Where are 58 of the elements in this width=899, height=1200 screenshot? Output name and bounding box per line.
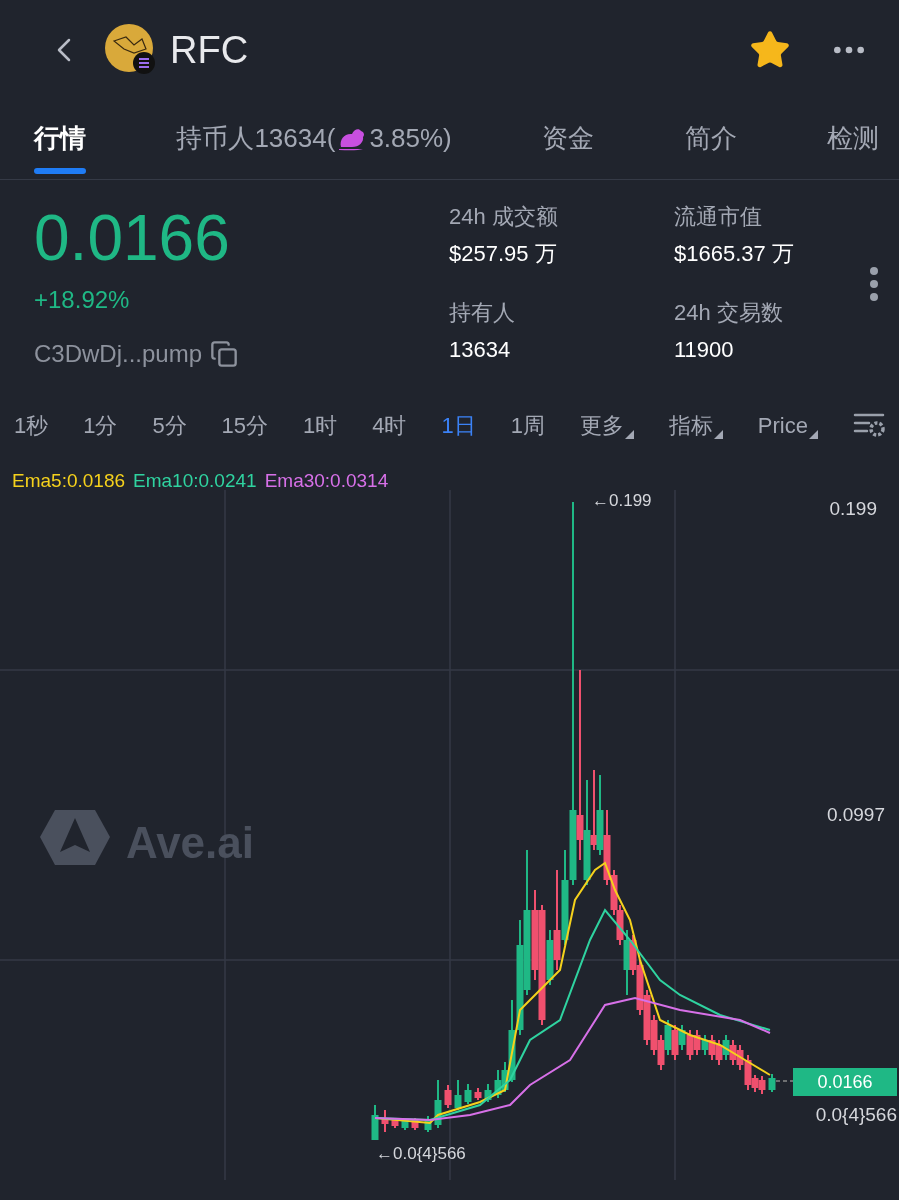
candlestick [411, 1117, 419, 1131]
caret-icon [713, 429, 723, 439]
candlestick [464, 1083, 472, 1105]
chart-settings-icon[interactable] [852, 412, 885, 438]
candlestick [484, 1083, 492, 1103]
price-value: 0.0166 [34, 201, 231, 276]
stat-label: 24h 成交额 [449, 203, 559, 231]
axis-low-label: 0.0{4}566 [815, 1103, 897, 1127]
low-price-marker: ←0.0{4}566 [376, 1143, 466, 1165]
high-price-marker: ←0.199 [592, 490, 652, 512]
ema-legend: Ema30:0.0314 [264, 467, 389, 496]
interval-tab[interactable]: 1秒 [14, 408, 49, 442]
stat-value: 13634 [449, 336, 512, 364]
interval-tab[interactable]: 1日 [441, 408, 476, 442]
dropdown-button[interactable]: Price [757, 408, 818, 442]
watermark-logo-icon [40, 810, 110, 865]
token-logo-icon [104, 23, 158, 77]
stat-label: 持有人 [449, 299, 516, 327]
contract-address: C3DwDj...pump [34, 339, 203, 369]
candlestick [474, 1087, 482, 1101]
tab-indicator [34, 168, 86, 174]
candlestick [454, 1079, 462, 1111]
candlestick [768, 1073, 776, 1093]
candlestick [381, 1109, 389, 1133]
interval-tab[interactable]: 1周 [510, 408, 545, 442]
interval-tab[interactable]: 4时 [372, 408, 407, 442]
axis-label: 0.199 [829, 497, 877, 521]
stat-value: $1665.37 万 [674, 240, 795, 268]
stat-label: 24h 交易数 [674, 299, 784, 327]
interval-tab[interactable]: 15分 [221, 408, 269, 442]
candlestick [371, 1104, 379, 1141]
tab[interactable]: 行情 [34, 100, 86, 176]
price-change: +18.92% [34, 285, 131, 315]
candlestick [434, 1079, 442, 1129]
candlestick [424, 1115, 432, 1133]
tab[interactable]: 检测 [827, 100, 879, 176]
tab[interactable]: 简介 [684, 100, 737, 176]
stat-value: 11900 [674, 336, 735, 364]
price-guide-line [775, 1080, 794, 1082]
candlestick [444, 1084, 452, 1109]
stat-value: $257.95 万 [449, 240, 558, 268]
interval-tab[interactable]: 1分 [83, 408, 118, 442]
current-price-label: 0.0166 [793, 1068, 897, 1096]
axis-label: 0.0997 [826, 803, 885, 827]
tab[interactable]: 持币人13634( 3.85%) [176, 100, 452, 176]
token-symbol: RFC [170, 27, 249, 73]
caret-icon [808, 429, 818, 439]
dropdown-button[interactable]: 更多 [579, 408, 634, 442]
interval-tab[interactable]: 1时 [303, 408, 338, 442]
interval-tab[interactable]: 5分 [152, 408, 187, 442]
copy-icon[interactable] [210, 340, 239, 368]
stat-label: 流通市值 [674, 203, 763, 231]
more-vertical-icon[interactable] [869, 266, 879, 302]
ema-legend: Ema5:0.0186 [12, 467, 126, 496]
caret-icon [624, 429, 634, 439]
ema-legend: Ema10:0.0241 [133, 467, 257, 496]
tab[interactable]: 资金 [542, 100, 595, 176]
dropdown-button[interactable]: 指标 [668, 408, 723, 442]
